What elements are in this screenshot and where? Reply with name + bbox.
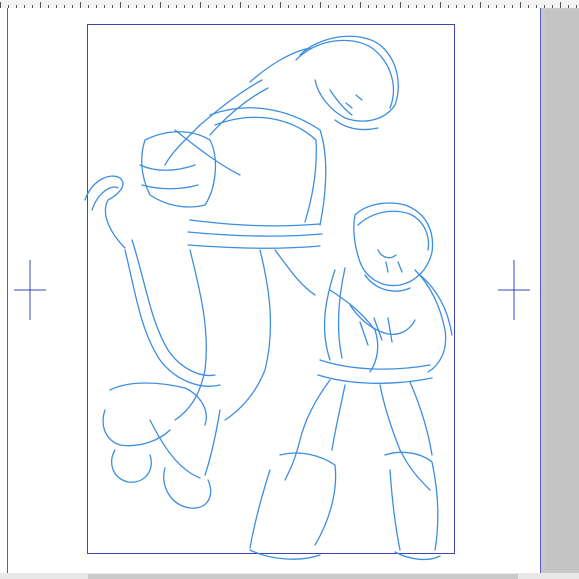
sketch-artwork-icon (84, 35, 453, 561)
upper-figure-sketch (84, 35, 399, 509)
